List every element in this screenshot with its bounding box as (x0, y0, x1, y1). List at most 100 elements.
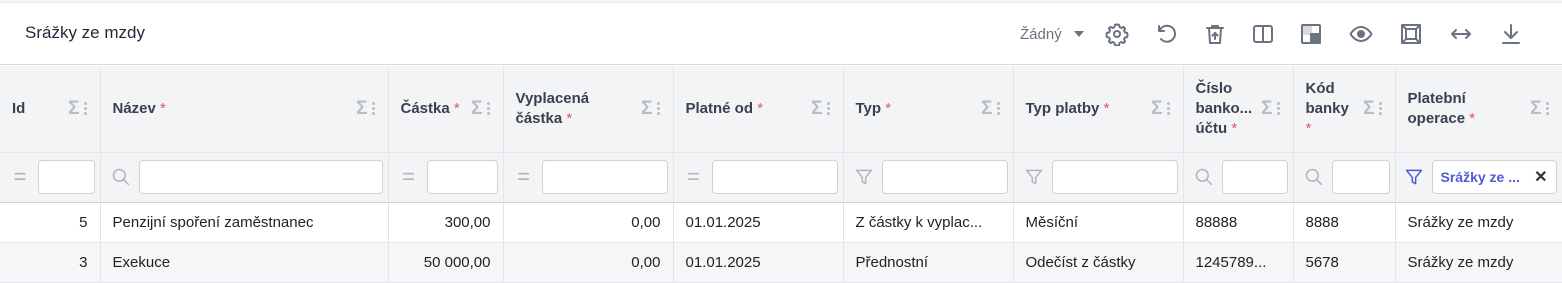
column-header-vyplacena[interactable]: Vyplacená částka * Σ (503, 66, 674, 152)
table-row[interactable]: 3 Exekuce 50 000,00 0,00 01.01.2025 Před… (0, 242, 1562, 282)
filter-input-vyplacena[interactable] (541, 160, 668, 194)
required-marker: * (757, 99, 764, 117)
cell-nazev: Exekuce (100, 242, 389, 282)
sum-icon[interactable]: Σ (641, 98, 652, 120)
required-marker: * (160, 99, 166, 117)
column-header-platne-od[interactable]: Platné od * Σ (673, 66, 844, 152)
column-menu-icon[interactable] (83, 102, 88, 116)
view-select-value: Žádný (1020, 25, 1062, 43)
column-menu-icon[interactable] (996, 102, 1001, 116)
sum-icon[interactable]: Σ (471, 98, 482, 120)
sum-icon[interactable]: Σ (1151, 98, 1162, 120)
header-row: Id Σ Název * Σ Částka * Σ Vyplacená částka … (0, 66, 1562, 152)
column-label: Typ platby (1025, 99, 1100, 117)
column-header-operace[interactable]: Platební operace * Σ (1395, 66, 1562, 152)
cell-id: 3 (0, 242, 101, 282)
cell-cislo-uctu: 1245789... (1183, 242, 1294, 282)
column-header-cislo-uctu[interactable]: Číslo banko... účtu * Σ (1183, 66, 1294, 152)
search-icon[interactable] (111, 167, 131, 187)
cell-typ-platby: Měsíční (1013, 202, 1184, 242)
column-menu-icon[interactable] (1378, 102, 1383, 116)
sum-icon[interactable]: Σ (68, 98, 79, 120)
columns-icon[interactable] (1250, 21, 1276, 47)
search-icon[interactable] (1304, 167, 1324, 187)
equals-icon[interactable]: = (514, 166, 534, 188)
column-label: Název (112, 99, 156, 117)
column-menu-icon[interactable] (826, 102, 831, 116)
required-marker: * (453, 99, 460, 117)
column-label: Id (12, 99, 26, 117)
filter-input-nazev[interactable] (138, 160, 383, 194)
filter-chip-value: Srážky ze ... (1440, 169, 1520, 185)
column-header-id[interactable]: Id Σ (0, 66, 101, 152)
cell-nazev: Penzijní spoření zaměstnanec (100, 202, 389, 242)
column-header-castka[interactable]: Částka * Σ (388, 66, 504, 152)
column-menu-icon[interactable] (1166, 102, 1171, 116)
column-menu-icon[interactable] (1545, 102, 1550, 116)
view-select[interactable]: Žádný (1020, 26, 1084, 43)
cell-id: 5 (0, 202, 101, 242)
filter-input-platne-od[interactable] (711, 160, 838, 194)
data-grid: Id Σ Název * Σ Částka * Σ Vyplacená částka … (0, 66, 1562, 283)
cell-kod-banky: 5678 (1293, 242, 1396, 282)
column-menu-icon[interactable] (656, 102, 661, 116)
required-marker: * (885, 99, 892, 117)
column-menu-icon[interactable] (371, 102, 376, 116)
fit-icon[interactable] (1398, 21, 1424, 47)
funnel-icon[interactable] (854, 167, 874, 187)
sum-icon[interactable]: Σ (1530, 98, 1541, 120)
filter-input-typ[interactable] (881, 160, 1008, 194)
column-header-typ-platby[interactable]: Typ platby * Σ (1013, 66, 1184, 152)
column-header-nazev[interactable]: Název * Σ (100, 66, 389, 152)
column-header-kod-banky[interactable]: Kód banky * Σ (1293, 66, 1396, 152)
expand-width-icon[interactable] (1448, 21, 1474, 47)
filter-chip-operace[interactable]: Srážky ze ... ✕ (1431, 160, 1557, 194)
delete-icon[interactable] (1202, 21, 1228, 47)
column-menu-icon[interactable] (1276, 102, 1281, 116)
table-row[interactable]: 5 Penzijní spoření zaměstnanec 300,00 0,… (0, 202, 1562, 242)
sum-icon[interactable]: Σ (981, 98, 992, 120)
cell-typ: Z částky k vyplac... (843, 202, 1014, 242)
cell-operace: Srážky ze mzdy (1395, 242, 1562, 282)
sum-icon[interactable]: Σ (1261, 98, 1272, 120)
clear-filter-icon[interactable]: ✕ (1534, 167, 1547, 187)
cell-castka: 50 000,00 (388, 242, 504, 282)
sum-icon[interactable]: Σ (356, 98, 367, 120)
sum-icon[interactable]: Σ (1363, 98, 1374, 120)
panel-header: Srážky ze mzdy Žádný (0, 3, 1562, 65)
caret-down-icon (1073, 31, 1084, 37)
layout-icon[interactable] (1298, 21, 1324, 47)
filter-input-cislo-uctu[interactable] (1221, 160, 1288, 194)
filter-input-id[interactable] (38, 160, 95, 194)
gear-icon[interactable] (1104, 21, 1130, 47)
column-label: Číslo banko... účtu (1195, 79, 1253, 137)
required-marker: * (1469, 109, 1476, 127)
column-label: Typ (855, 99, 882, 117)
column-header-typ[interactable]: Typ * Σ (843, 66, 1014, 152)
funnel-icon[interactable] (1024, 167, 1044, 187)
eye-icon[interactable] (1348, 21, 1374, 47)
cell-castka: 300,00 (388, 202, 504, 242)
required-marker: * (1231, 119, 1238, 137)
column-menu-icon[interactable] (486, 102, 491, 116)
search-icon[interactable] (1194, 167, 1214, 187)
filter-row: = = = = Srážky ze ... ✕ (0, 151, 1562, 203)
required-marker: * (1305, 119, 1312, 137)
cell-platne-od: 01.01.2025 (673, 202, 844, 242)
download-icon[interactable] (1498, 21, 1524, 47)
funnel-active-icon[interactable] (1404, 167, 1424, 187)
cell-cislo-uctu: 88888 (1183, 202, 1294, 242)
sum-icon[interactable]: Σ (811, 98, 822, 120)
cell-vyplacena: 0,00 (503, 242, 674, 282)
filter-input-castka[interactable] (426, 160, 498, 194)
filter-input-typ-platby[interactable] (1051, 160, 1178, 194)
panel-title: Srážky ze mzdy (25, 23, 145, 42)
equals-icon[interactable]: = (399, 166, 419, 188)
filter-input-kod-banky[interactable] (1331, 160, 1390, 194)
required-marker: * (566, 109, 573, 127)
column-label: Platné od (685, 99, 754, 117)
undo-icon[interactable] (1154, 21, 1180, 47)
equals-icon[interactable]: = (10, 166, 30, 188)
equals-icon[interactable]: = (684, 166, 704, 188)
cell-operace: Srážky ze mzdy (1395, 202, 1562, 242)
